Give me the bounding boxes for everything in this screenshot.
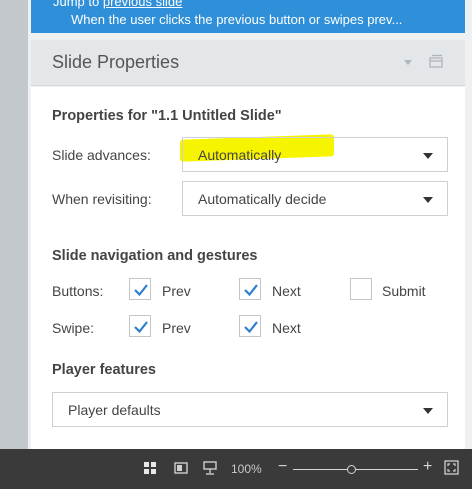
buttons-next-label: Next: [272, 283, 301, 299]
reading-view-icon[interactable]: [174, 461, 188, 475]
when-revisiting-select[interactable]: Automatically decide: [182, 181, 448, 216]
trigger-condition: When the user clicks the previous button…: [71, 12, 403, 27]
zoom-in-button[interactable]: +: [423, 458, 432, 476]
swipe-prev-label: Prev: [162, 320, 191, 336]
selected-trigger-item[interactable]: Jump to previous slide When the user cli…: [31, 0, 465, 33]
buttons-prev-label: Prev: [162, 283, 191, 299]
swipe-label: Swipe:: [52, 320, 95, 336]
trigger-link[interactable]: previous slide: [103, 0, 183, 9]
buttons-submit-label: Submit: [382, 283, 426, 299]
swipe-next-label: Next: [272, 320, 301, 336]
pin-panel-icon[interactable]: [429, 54, 443, 68]
left-strip: [0, 0, 28, 449]
player-features-select[interactable]: Player defaults: [52, 392, 448, 427]
collapse-caret-icon[interactable]: [404, 60, 412, 65]
section-title: Slide Properties: [52, 52, 180, 72]
chevron-down-icon: [423, 153, 433, 159]
swipe-next-checkbox[interactable]: [239, 315, 261, 337]
player-features-heading: Player features: [52, 362, 156, 378]
normal-view-icon[interactable]: [143, 461, 157, 475]
buttons-next-checkbox[interactable]: [239, 278, 261, 300]
buttons-label: Buttons:: [52, 283, 104, 299]
when-revisiting-value: Automatically decide: [198, 191, 327, 207]
trigger-action: Jump to previous slide: [53, 0, 182, 9]
checkmark-icon: [244, 284, 258, 297]
slide-advances-select[interactable]: Automatically: [182, 137, 448, 172]
slide-properties-header[interactable]: Slide Properties: [31, 40, 465, 86]
checkmark-icon: [134, 321, 148, 334]
status-bar: 100% − +: [0, 449, 472, 489]
player-features-value: Player defaults: [68, 402, 161, 418]
checkmark-icon: [244, 321, 258, 334]
slide-sorter-icon[interactable]: [203, 461, 217, 475]
checkmark-icon: [134, 284, 148, 297]
when-revisiting-label: When revisiting:: [52, 191, 152, 207]
zoom-out-button[interactable]: −: [278, 458, 287, 476]
chevron-down-icon: [423, 408, 433, 414]
zoom-level[interactable]: 100%: [231, 462, 262, 476]
chevron-down-icon: [423, 197, 433, 203]
properties-heading: Properties for "1.1 Untitled Slide": [52, 108, 282, 124]
buttons-submit-checkbox[interactable]: [350, 278, 372, 300]
buttons-prev-checkbox[interactable]: [129, 278, 151, 300]
zoom-slider-thumb[interactable]: [347, 465, 357, 474]
navigation-heading: Slide navigation and gestures: [52, 248, 258, 264]
slide-advances-value: Automatically: [198, 147, 282, 163]
fit-window-icon[interactable]: [444, 460, 459, 475]
trigger-prefix: Jump to: [53, 0, 100, 9]
slide-advances-label: Slide advances:: [52, 147, 151, 163]
swipe-prev-checkbox[interactable]: [129, 315, 151, 337]
